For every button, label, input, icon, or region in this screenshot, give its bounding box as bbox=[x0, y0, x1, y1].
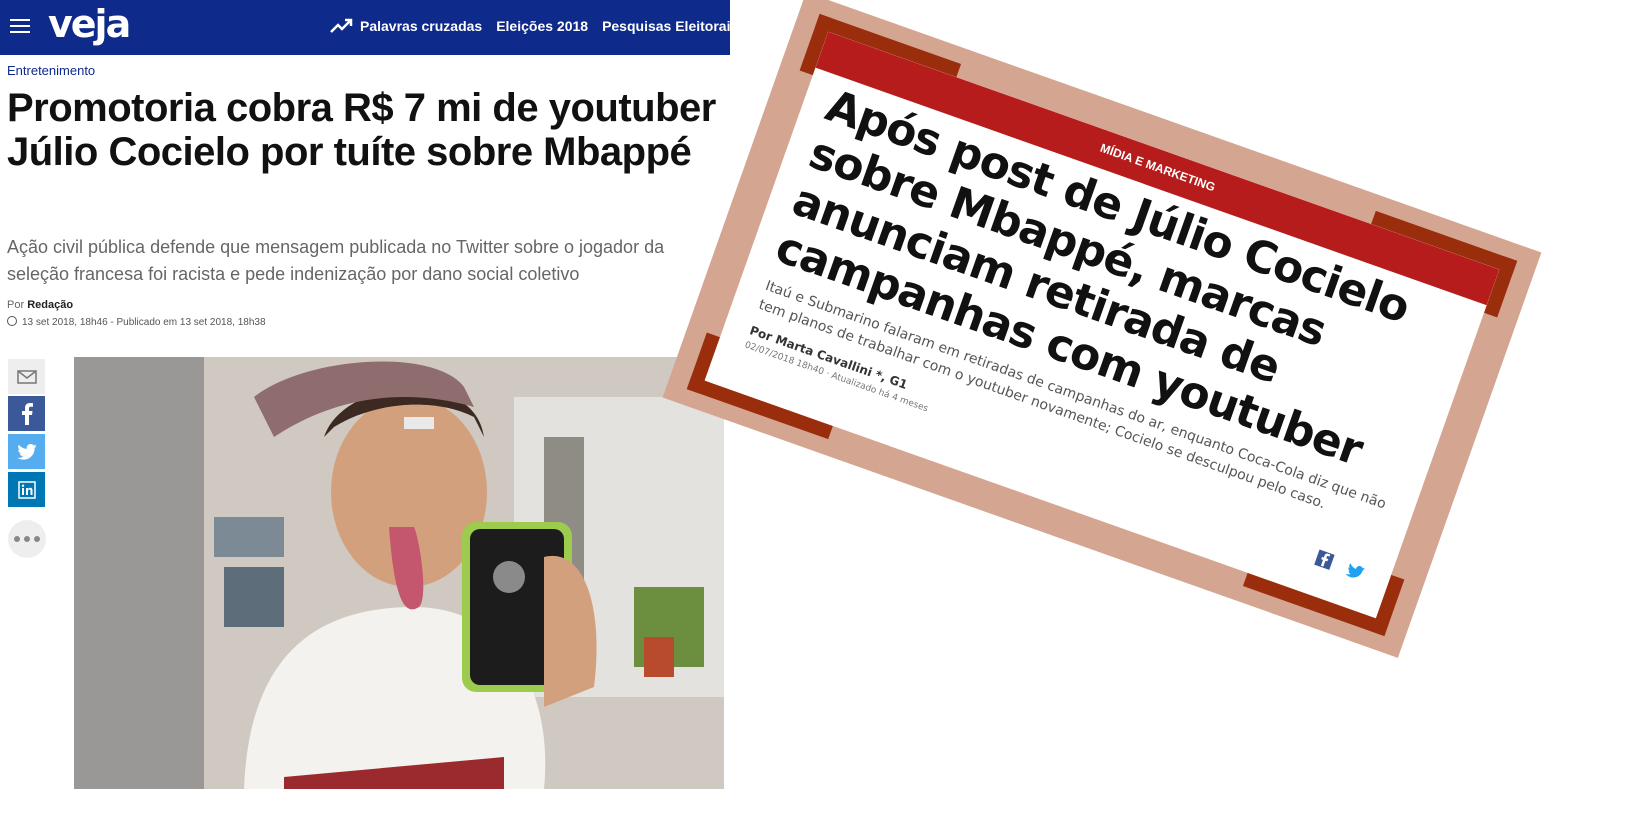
nav-link-palavras-cruzadas[interactable]: Palavras cruzadas bbox=[360, 18, 482, 34]
publish-dates: 13 set 2018, 18h46 - Publicado em 13 set… bbox=[7, 316, 266, 328]
category-link[interactable]: Entretenimento bbox=[7, 63, 95, 78]
clipping-facebook-button[interactable] bbox=[1314, 549, 1335, 570]
photo-illustration bbox=[74, 357, 724, 789]
facebook-icon bbox=[1320, 553, 1331, 567]
publish-dates-text: 13 set 2018, 18h46 - Publicado em 13 set… bbox=[22, 317, 266, 328]
share-more-button[interactable] bbox=[8, 520, 46, 558]
byline: Por Redação bbox=[7, 299, 73, 311]
linkedin-icon bbox=[17, 480, 36, 499]
top-navigation-bar: veja Palavras cruzadas Eleições 2018 Pesqu… bbox=[0, 0, 730, 55]
article-headline: Promotoria cobra R$ 7 mi de youtuber Júl… bbox=[7, 86, 716, 174]
twitter-icon[interactable] bbox=[1344, 562, 1366, 581]
clock-icon bbox=[7, 316, 17, 326]
twitter-icon bbox=[16, 443, 37, 460]
menu-icon[interactable] bbox=[10, 19, 30, 35]
nav-link-eleicoes-2018[interactable]: Eleições 2018 bbox=[496, 18, 588, 34]
share-facebook-button[interactable] bbox=[8, 396, 45, 431]
trending-icon bbox=[330, 18, 353, 33]
author-name[interactable]: Redação bbox=[27, 299, 73, 311]
byline-prefix: Por bbox=[7, 299, 25, 311]
share-email-button[interactable] bbox=[8, 359, 45, 394]
facebook-icon bbox=[21, 402, 33, 425]
nav-link-pesquisas-eleitorais[interactable]: Pesquisas Eleitorais bbox=[602, 18, 730, 34]
mail-icon bbox=[16, 369, 37, 384]
veja-logo[interactable]: veja bbox=[48, 2, 131, 46]
share-twitter-button[interactable] bbox=[8, 434, 45, 469]
main-nav: Palavras cruzadas Eleições 2018 Pesquisas … bbox=[360, 18, 730, 36]
article-subtitle: Ação civil pública defende que mensagem … bbox=[7, 237, 665, 284]
g1-article-clipping: MÍDIA E MARKETING Após post de Júlio Coc… bbox=[662, 0, 1542, 658]
veja-article-screenshot: veja Palavras cruzadas Eleições 2018 Pesqu… bbox=[0, 0, 730, 833]
share-linkedin-button[interactable] bbox=[8, 472, 45, 507]
article-photo bbox=[74, 357, 724, 789]
more-icon bbox=[14, 536, 40, 542]
